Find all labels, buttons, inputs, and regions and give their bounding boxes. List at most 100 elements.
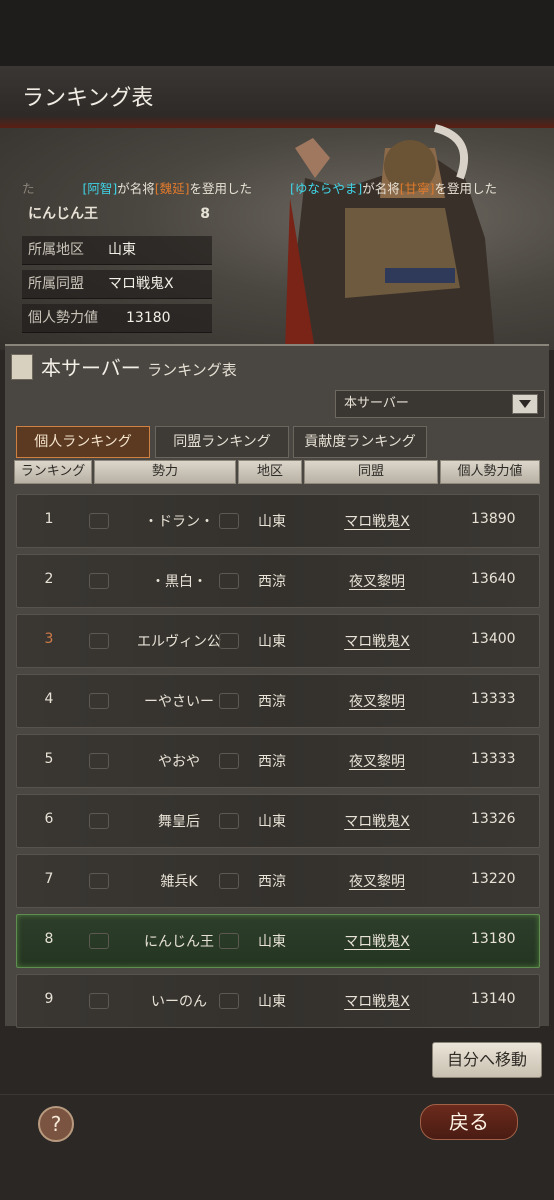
ranking-row[interactable]: 7 雑兵K 西涼 夜叉黎明 13220: [16, 854, 540, 908]
general-portrait: [285, 124, 495, 350]
row-alliance-link[interactable]: マロ戦鬼X: [339, 631, 415, 651]
col-rank: ランキング: [14, 460, 92, 484]
row-alliance-link[interactable]: マロ戦鬼X: [339, 991, 415, 1011]
panel-title-sub: ランキング表: [147, 361, 237, 379]
row-power: 13220: [471, 871, 516, 887]
move-to-self-button[interactable]: 自分へ移動: [432, 1042, 542, 1078]
ornament-icon: [219, 633, 239, 649]
row-region: 西涼: [258, 694, 286, 710]
row-region: 山東: [258, 934, 286, 950]
row-rank: 9: [44, 991, 54, 1007]
col-name: 勢力: [94, 460, 236, 484]
info-power: 個人勢力値 13180: [22, 304, 212, 333]
server-select-value: 本サーバー: [344, 396, 409, 411]
ornament-icon: [219, 873, 239, 889]
ranking-row[interactable]: 1 ・ドラン・ 山東 マロ戦鬼X 13890: [16, 494, 540, 548]
row-alliance-link[interactable]: マロ戦鬼X: [339, 811, 415, 831]
alliance-value: マロ戦鬼X: [108, 276, 174, 292]
row-region: 山東: [258, 814, 286, 830]
info-region: 所属地区 山東: [22, 236, 212, 265]
col-region: 地区: [238, 460, 302, 484]
tab-alliance-ranking[interactable]: 同盟ランキング: [155, 426, 289, 458]
row-power: 13180: [471, 931, 516, 947]
ornament-icon: [219, 753, 239, 769]
row-alliance-link[interactable]: 夜叉黎明: [339, 691, 415, 711]
server-select[interactable]: 本サーバー: [335, 390, 545, 418]
row-region: 山東: [258, 994, 286, 1010]
row-rank: 6: [44, 811, 54, 827]
tab-contribution-ranking[interactable]: 貢献度ランキング: [293, 426, 427, 458]
row-alliance-link[interactable]: マロ戦鬼X: [339, 511, 415, 531]
ornament-icon: [219, 993, 239, 1009]
ornament-icon: [219, 813, 239, 829]
row-alliance-link[interactable]: 夜叉黎明: [339, 751, 415, 771]
back-button[interactable]: 戻る: [420, 1104, 518, 1140]
row-alliance-link[interactable]: マロ戦鬼X: [339, 931, 415, 951]
row-power: 13140: [471, 991, 516, 1007]
region-label: 所属地区: [28, 242, 84, 258]
ranking-row[interactable]: 2 ・黒白・ 西涼 夜叉黎明 13640: [16, 554, 540, 608]
row-alliance-link[interactable]: 夜叉黎明: [339, 571, 415, 591]
alliance-label: 所属同盟: [28, 276, 84, 292]
row-rank: 8: [44, 931, 54, 947]
ornament-icon: [219, 513, 239, 529]
row-power: 13890: [471, 511, 516, 527]
ornament-icon: [219, 693, 239, 709]
top-bar: [0, 0, 554, 66]
row-alliance-link[interactable]: 夜叉黎明: [339, 871, 415, 891]
row-rank: 5: [44, 751, 54, 767]
chevron-down-icon[interactable]: [512, 394, 538, 414]
ranking-row[interactable]: 3 エルヴィン公 山東 マロ戦鬼X 13400: [16, 614, 540, 668]
ticker-prefix: た: [22, 181, 35, 196]
col-power: 個人勢力値: [440, 460, 540, 484]
help-button[interactable]: ?: [38, 1106, 74, 1142]
ranking-panel: 本サーバー ランキング表 本サーバー 個人ランキング 同盟ランキング 貢献度ラン…: [5, 344, 549, 1028]
panel-title: 本サーバー ランキング表: [41, 352, 237, 381]
ticker-text: を登用した: [434, 181, 498, 196]
power-value: 13180: [126, 310, 171, 326]
ranking-row[interactable]: 6 舞皇后 山東 マロ戦鬼X 13326: [16, 794, 540, 848]
ticker-text: を登用した: [189, 181, 253, 196]
ornament-icon: [219, 933, 239, 949]
row-power: 13640: [471, 571, 516, 587]
ticker-user: [ゆならやま]: [290, 181, 363, 196]
ranking-row[interactable]: 4 ーやさいー 西涼 夜叉黎明 13333: [16, 674, 540, 728]
ranking-row-self[interactable]: 8 にんじん王 山東 マロ戦鬼X 13180: [16, 914, 540, 968]
row-power: 13333: [471, 691, 516, 707]
row-power: 13333: [471, 751, 516, 767]
row-rank: 2: [44, 571, 54, 587]
row-power: 13326: [471, 811, 516, 827]
row-power: 13400: [471, 631, 516, 647]
row-region: 西涼: [258, 574, 286, 590]
page-title: ランキング表: [22, 86, 154, 111]
player-summary: にんじん王 8: [22, 200, 212, 228]
row-region: 西涼: [258, 754, 286, 770]
panel-title-main: 本サーバー: [41, 356, 141, 380]
ticker-text: が名将: [117, 181, 155, 196]
ticker-general: [魏延]: [154, 181, 190, 196]
player-rank: 8: [200, 206, 210, 222]
row-region: 山東: [258, 634, 286, 650]
region-value: 山東: [108, 242, 136, 258]
scroll-icon: [11, 354, 33, 380]
ticker-text: が名将: [362, 181, 400, 196]
row-region: 山東: [258, 514, 286, 530]
ticker-general: [甘寧]: [399, 181, 435, 196]
row-rank: 4: [44, 691, 54, 707]
ornament-icon: [219, 573, 239, 589]
row-rank: 3: [44, 631, 54, 647]
row-region: 西涼: [258, 874, 286, 890]
power-label: 個人勢力値: [28, 310, 98, 326]
ranking-row[interactable]: 9 いーのん 山東 マロ戦鬼X 13140: [16, 974, 540, 1028]
player-name: にんじん王: [28, 206, 98, 222]
col-alliance: 同盟: [304, 460, 438, 484]
info-alliance: 所属同盟 マロ戦鬼X: [22, 270, 212, 299]
ticker-left: た [阿智]が名将[魏延]を登用した: [22, 178, 252, 197]
row-rank: 7: [44, 871, 54, 887]
ticker-user: [阿智]: [82, 181, 118, 196]
ranking-row[interactable]: 5 やおや 西涼 夜叉黎明 13333: [16, 734, 540, 788]
row-rank: 1: [44, 511, 54, 527]
home-area: [0, 1150, 554, 1200]
tab-personal-ranking[interactable]: 個人ランキング: [16, 426, 150, 458]
ticker-right: [ゆならやま]が名将[甘寧]を登用した: [290, 178, 497, 197]
